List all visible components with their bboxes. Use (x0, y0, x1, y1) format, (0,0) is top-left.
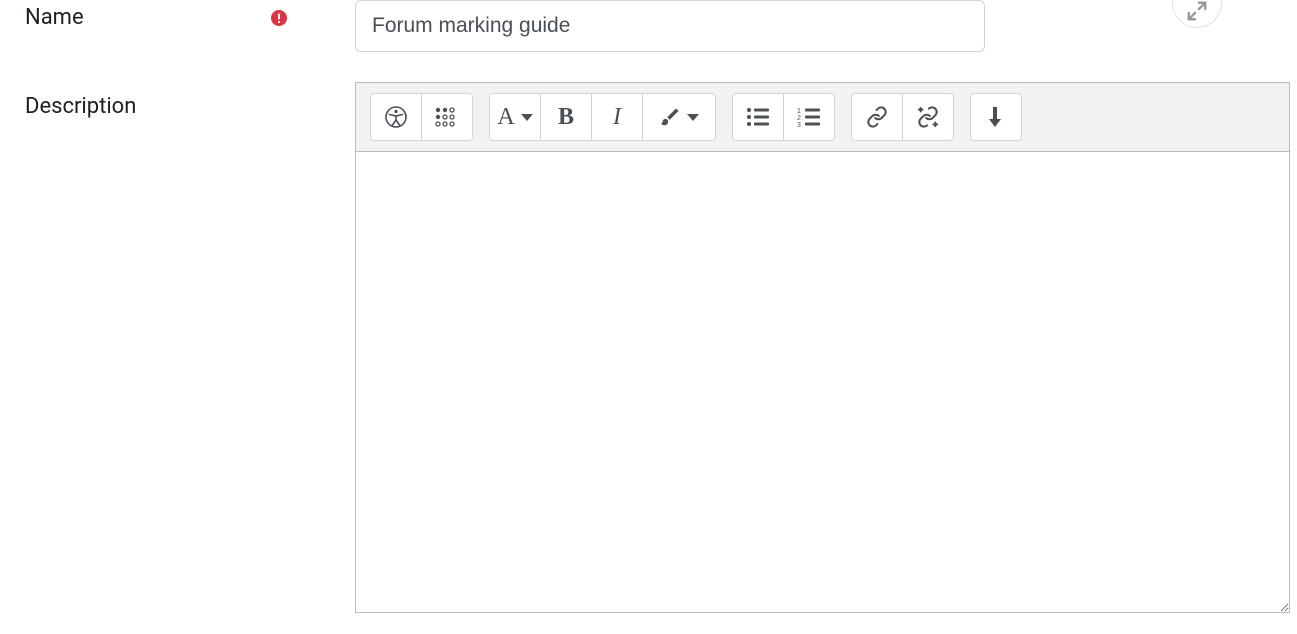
unordered-list-button[interactable] (732, 93, 784, 141)
name-label: Name (25, 5, 84, 30)
numbered-list-icon: 1 2 3 (797, 107, 821, 127)
required-icon (271, 10, 287, 26)
caret-down-icon (687, 114, 699, 121)
svg-text:2: 2 (797, 115, 801, 122)
bold-button[interactable]: B (540, 93, 592, 141)
unlink-icon (917, 106, 939, 128)
link-icon (866, 106, 888, 128)
expand-toolbar-icon (987, 105, 1005, 129)
italic-button[interactable]: I (591, 93, 643, 141)
svg-text:1: 1 (797, 108, 801, 115)
link-button[interactable] (851, 93, 903, 141)
name-input[interactable] (355, 0, 985, 52)
ordered-list-button[interactable]: 1 2 3 (783, 93, 835, 141)
editor-textarea[interactable] (356, 152, 1289, 612)
show-more-button[interactable] (970, 93, 1022, 141)
description-label: Description (25, 94, 136, 119)
font-icon: A (497, 104, 514, 131)
caret-down-icon (521, 114, 533, 121)
brush-icon (659, 106, 681, 128)
rich-text-editor: A B I (355, 82, 1290, 613)
screenreader-helper-button[interactable] (421, 93, 473, 141)
accessibility-checker-button[interactable] (370, 93, 422, 141)
accessibility-icon (384, 105, 408, 129)
unlink-button[interactable] (902, 93, 954, 141)
bold-icon: B (558, 104, 574, 131)
editor-toolbar: A B I (356, 83, 1289, 152)
svg-text:3: 3 (797, 122, 801, 127)
bullet-list-icon (746, 107, 770, 127)
editor-content-area[interactable] (356, 152, 1289, 612)
text-color-button[interactable] (642, 93, 716, 141)
italic-icon: I (613, 104, 621, 131)
expand-icon (1186, 0, 1208, 22)
paragraph-style-button[interactable]: A (489, 93, 541, 141)
braille-icon (434, 106, 460, 128)
